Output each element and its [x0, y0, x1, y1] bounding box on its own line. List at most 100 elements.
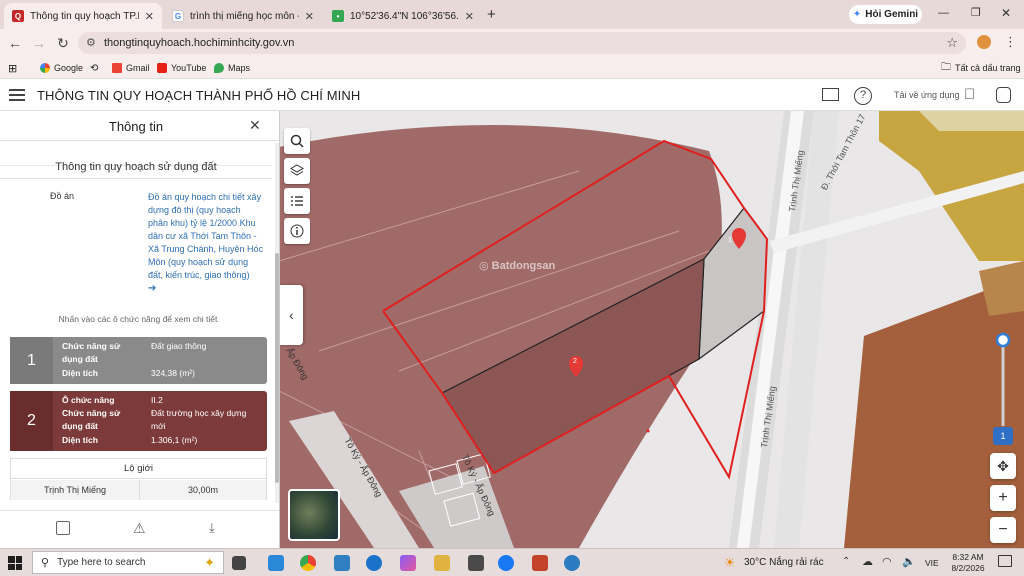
windows-start-icon[interactable] [8, 556, 22, 570]
help-icon[interactable]: ? [854, 87, 872, 105]
url-input[interactable]: ⚙ thongtinquyhoach.hochiminhcity.gov.vn … [78, 32, 966, 54]
forward-button[interactable]: → [30, 34, 48, 52]
function-card-1[interactable]: 1 Chức năng sử dụng đất Đất giao thông D… [10, 337, 267, 384]
collapse-panel-button[interactable]: ‹ [280, 285, 303, 345]
card-label: Ô chức năng [62, 395, 115, 405]
zalo-icon[interactable] [564, 555, 580, 571]
sparkle-icon: ✦ [204, 554, 215, 570]
close-icon[interactable]: ✕ [305, 10, 314, 23]
google-icon [40, 63, 50, 73]
windows-taskbar: ⚲ Type here to search ✦ ☀ 30°C Nắng rải … [0, 548, 1024, 576]
browser-tab-bar: Q Thông tin quy hoạch TP.HCM ✕ G trình t… [0, 0, 1024, 29]
minimize-button[interactable]: — [938, 7, 949, 19]
section-title: Thông tin quy hoạch sử dụng đất [55, 161, 217, 173]
reload-button[interactable]: ↻ [54, 34, 72, 52]
close-icon[interactable]: ✕ [145, 10, 154, 23]
volume-icon[interactable]: 🔈 [902, 555, 916, 568]
download-app-label: Tải về ứng dụng [894, 90, 960, 100]
close-icon[interactable]: ✕ [249, 117, 261, 134]
powerpoint-icon[interactable] [532, 555, 548, 571]
marker-1-label[interactable]: 1 [728, 237, 732, 244]
gemini-button[interactable]: ✦ Hỏi Gemini [849, 5, 922, 24]
network-icon[interactable]: ☁ [862, 555, 873, 568]
card-number: 1 [10, 337, 53, 384]
apple-icon[interactable]:  [964, 86, 975, 103]
download-icon[interactable]: ⤓ [209, 520, 215, 536]
window-close-button[interactable]: ✕ [1001, 6, 1011, 20]
do-an-line: Môn (quy hoạch sử dụng [148, 257, 249, 267]
layers-icon[interactable] [284, 158, 310, 184]
do-an-line: dựng đô thị (quy hoạch [148, 205, 241, 215]
zoom-out-button[interactable]: − [990, 517, 1016, 543]
map-canvas[interactable]: Trịnh Thị Miếng Trịnh Thị Miếng Đ. Thới … [279, 111, 1024, 548]
locate-icon[interactable]: ✥ [990, 453, 1016, 479]
notification-icon[interactable] [998, 555, 1012, 567]
chevron-up-icon[interactable]: ⌃ [842, 556, 850, 567]
do-an-line: đất, kiến trúc, giao thông) [148, 270, 250, 280]
all-bookmarks-folder[interactable]: 🗀 Tất cả dấu trang [941, 61, 1021, 75]
hamburger-menu-icon[interactable] [9, 89, 25, 101]
search-icon: ⚲ [41, 557, 50, 569]
card-label: Chức năng sử [62, 408, 121, 418]
function-card-2[interactable]: 2 Ô chức năng II.2 Chức năng sử dụng đất… [10, 391, 267, 451]
panel-scrollbar[interactable] [275, 143, 279, 503]
facebook-icon[interactable] [498, 555, 514, 571]
info-icon[interactable] [284, 218, 310, 244]
android-icon[interactable] [996, 87, 1011, 103]
bookmark-label: Gmail [126, 63, 150, 73]
edge-icon[interactable] [366, 555, 382, 571]
zoom-in-button[interactable]: + [990, 485, 1016, 511]
close-icon[interactable]: ✕ [465, 10, 474, 23]
card-label: Diện tích [62, 435, 98, 445]
hint-text: Nhấn vào các ô chức năng để xem chi tiết [58, 314, 218, 324]
tab-title: trình thị miếng học môn - Tìm t [190, 10, 299, 22]
site-favicon-icon: Q [12, 10, 24, 22]
tab-google-search[interactable]: G trình thị miếng học môn - Tìm t ✕ [164, 3, 322, 29]
warning-icon[interactable]: ⚠ [133, 520, 146, 537]
task-view-icon[interactable] [232, 556, 246, 570]
do-an-link[interactable]: Đồ án quy hoạch chi tiết xây dựng đô thị… [148, 191, 268, 295]
panel-title: Thông tin [108, 119, 164, 134]
history-icon[interactable]: ⟲ [90, 61, 98, 75]
gemini-label: Hỏi Gemini [865, 9, 919, 20]
language-indicator[interactable]: VIE [925, 558, 939, 568]
mail-icon[interactable] [822, 88, 839, 101]
copilot-icon[interactable] [400, 555, 416, 571]
wifi-icon[interactable]: ◠ [882, 555, 892, 568]
tab-google-maps[interactable]: • 10°52'36.4"N 106°36'56.6"E - G ✕ [324, 3, 482, 29]
card-label: dụng đất [62, 354, 98, 364]
clock[interactable]: 8:32 AM 8/2/2026 [950, 552, 986, 574]
new-tab-button[interactable]: + [487, 6, 496, 23]
do-an-line: Đồ án quy hoạch chi tiết xây [148, 192, 262, 202]
app-icon[interactable] [334, 555, 350, 571]
extension-icon[interactable] [977, 35, 991, 49]
search-icon[interactable] [284, 128, 310, 154]
bookmark-star-icon[interactable]: ☆ [946, 35, 958, 51]
apps-icon[interactable]: ⊞ [8, 61, 17, 75]
bookmark-maps[interactable]: Maps [214, 61, 250, 75]
maximize-button[interactable]: ❐ [971, 6, 981, 19]
page-badge[interactable]: 1 [993, 427, 1013, 445]
file-explorer-icon[interactable] [434, 555, 450, 571]
site-info-icon[interactable]: ⚙ [86, 36, 96, 49]
lo-gioi-road: Trịnh Thị Miếng [11, 480, 139, 500]
compare-icon[interactable] [56, 521, 70, 535]
bookmark-youtube[interactable]: YouTube [157, 61, 206, 75]
satellite-layer-thumbnail[interactable] [288, 489, 340, 541]
weather-text[interactable]: 30°C Nắng rải rác [744, 557, 824, 568]
app-icon[interactable] [468, 555, 484, 571]
bookmark-gmail[interactable]: Gmail [112, 61, 150, 75]
lo-gioi-title: Lộ giới [11, 459, 266, 479]
url-text: thongtinquyhoach.hochiminhcity.gov.vn [104, 37, 295, 49]
chrome-icon[interactable] [300, 555, 316, 571]
back-button[interactable]: ← [6, 34, 24, 52]
bookmark-google[interactable]: Google [40, 61, 83, 75]
menu-icon[interactable]: ⋮ [1004, 34, 1017, 50]
marker-2-label[interactable]: 2 [573, 358, 577, 365]
arrow-right-icon[interactable]: ➔ [148, 282, 268, 295]
do-an-line: dân cư xã Thới Tam Thôn - [148, 231, 257, 241]
app-icon[interactable] [268, 555, 284, 571]
tab-active[interactable]: Q Thông tin quy hoạch TP.HCM ✕ [4, 3, 162, 29]
taskbar-search-input[interactable]: ⚲ Type here to search ✦ [32, 551, 224, 574]
list-icon[interactable] [284, 188, 310, 214]
